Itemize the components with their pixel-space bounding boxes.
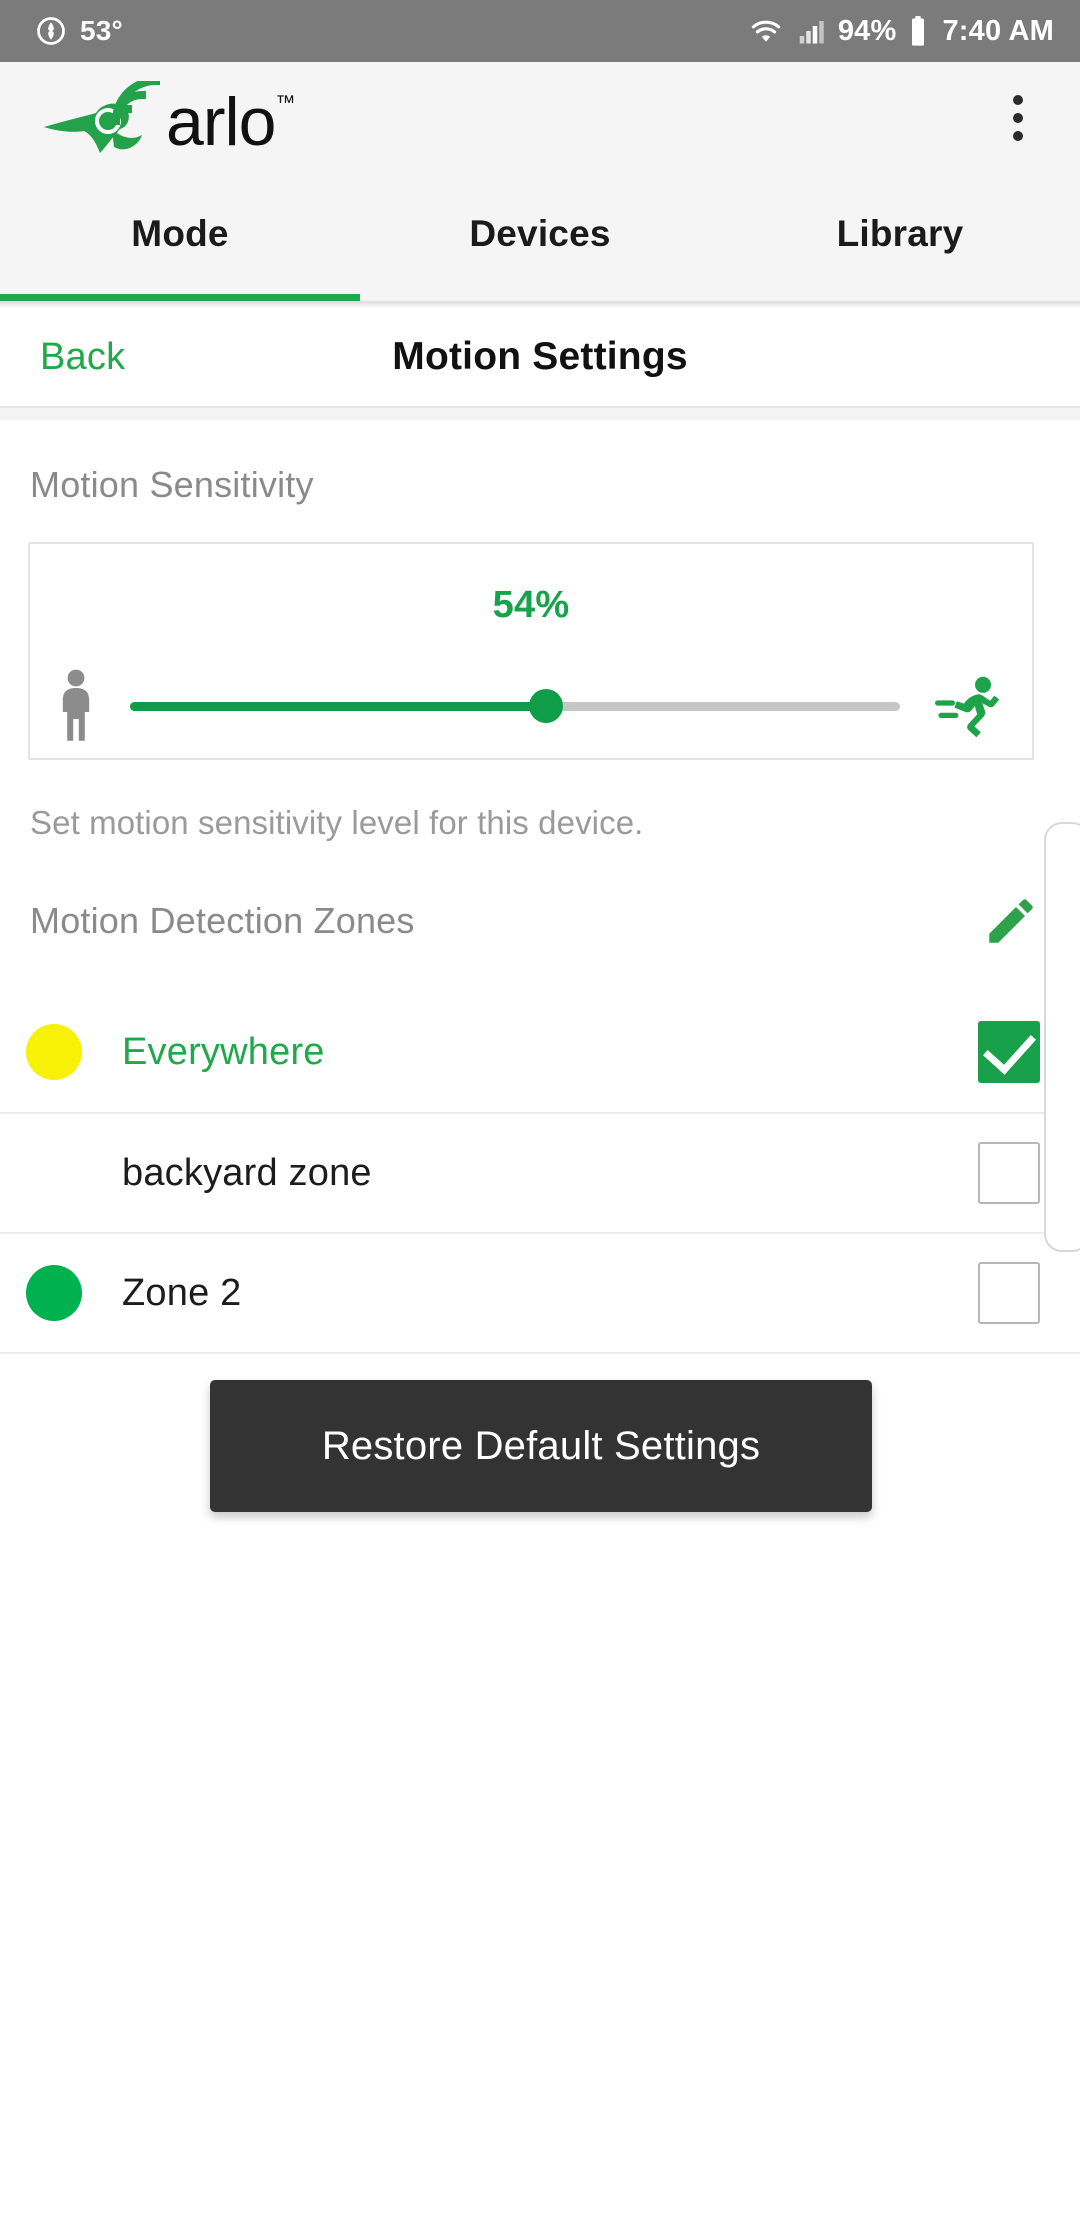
- header-gap: [0, 408, 1080, 420]
- zone-color-dot-slot: [26, 1265, 122, 1321]
- overflow-dot: [1013, 95, 1023, 105]
- motion-zones-header: Motion Detection Zones: [0, 842, 1080, 950]
- zone-checkbox-slot: [978, 1142, 1040, 1204]
- motion-sensitivity-helper-text: Set motion sensitivity level for this de…: [30, 804, 644, 841]
- status-bar-temperature: 53°: [80, 15, 123, 46]
- snackbar-area: Restore Default Settings: [0, 1354, 1080, 1544]
- tab-devices[interactable]: Devices: [360, 174, 720, 301]
- motion-sensitivity-value: 54%: [492, 584, 570, 626]
- motion-sensitivity-card: 54%: [28, 542, 1034, 760]
- battery-icon: [908, 15, 928, 47]
- zone-color-dot-slot: [26, 1024, 122, 1080]
- zone-name: Everywhere: [122, 1030, 325, 1073]
- status-bar-right: 94% 7:40 AM: [748, 15, 1054, 48]
- cellular-signal-icon: [796, 16, 826, 46]
- edit-pencil-icon[interactable]: [982, 892, 1040, 950]
- arlo-trademark: ™: [275, 92, 296, 114]
- motion-zones-label: Motion Detection Zones: [30, 900, 415, 941]
- motion-zones-list: Everywhere backyard zone Zone 2: [0, 992, 1080, 1354]
- motion-sensitivity-label: Motion Sensitivity: [30, 464, 314, 505]
- tab-library-label: Library: [836, 212, 964, 254]
- arlo-bird-wifi-logo-icon: [42, 76, 168, 155]
- zone-checkbox-slot: [978, 1262, 1040, 1324]
- overflow-dot: [1013, 113, 1023, 123]
- zone-checkbox-slot: [978, 1021, 1040, 1083]
- app-bar: arlo ™: [0, 62, 1080, 174]
- zone-color-dot: [26, 1265, 82, 1321]
- wifi-icon: [748, 16, 784, 46]
- zone-checkbox[interactable]: [978, 1262, 1040, 1324]
- overflow-menu-icon[interactable]: [990, 82, 1046, 154]
- slider-track-fill: [130, 701, 546, 711]
- zone-color-dot: [26, 1145, 82, 1201]
- table-row[interactable]: Zone 2: [0, 1232, 1080, 1352]
- settings-content: Motion Sensitivity 54% Set motion sensit…: [0, 420, 1080, 1544]
- zone-checkbox[interactable]: [978, 1021, 1040, 1083]
- status-bar-left: 53°: [36, 15, 123, 47]
- overflow-dot: [1013, 131, 1023, 141]
- main-tab-bar: Mode Devices Library: [0, 174, 1080, 302]
- table-row[interactable]: Everywhere: [0, 992, 1080, 1112]
- table-row[interactable]: backyard zone: [0, 1112, 1080, 1232]
- zone-name: backyard zone: [122, 1151, 372, 1194]
- slider-thumb[interactable]: [528, 689, 563, 723]
- restore-default-settings-button[interactable]: Restore Default Settings: [210, 1380, 872, 1512]
- running-person-icon: [934, 674, 1006, 738]
- restore-default-settings-label: Restore Default Settings: [321, 1423, 761, 1468]
- page-title: Motion Settings: [392, 335, 688, 378]
- standing-person-icon: [56, 668, 96, 744]
- zone-checkbox[interactable]: [978, 1142, 1040, 1204]
- zone-color-dot-slot: [26, 1145, 122, 1201]
- arlo-logo: arlo ™: [42, 76, 296, 161]
- tab-mode[interactable]: Mode: [0, 174, 360, 301]
- motion-sensitivity-slider[interactable]: [130, 656, 900, 756]
- tab-devices-label: Devices: [469, 212, 611, 254]
- status-bar-battery-percent: 94%: [837, 14, 897, 47]
- status-bar: 53° 94% 7:40 AM: [0, 0, 1080, 62]
- back-button[interactable]: Back: [40, 336, 125, 379]
- zone-name: Zone 2: [122, 1271, 242, 1314]
- status-bar-time: 7:40 AM: [942, 14, 1054, 47]
- weather-droplet-icon: [36, 16, 66, 46]
- tab-library[interactable]: Library: [720, 174, 1080, 301]
- side-panel-edge: [1044, 822, 1080, 1252]
- screen-header: Back Motion Settings: [0, 308, 1080, 406]
- motion-sensitivity-slider-row: [30, 656, 1032, 756]
- zone-color-dot: [26, 1024, 82, 1080]
- tab-mode-label: Mode: [131, 212, 229, 254]
- arlo-wordmark: arlo: [166, 84, 276, 161]
